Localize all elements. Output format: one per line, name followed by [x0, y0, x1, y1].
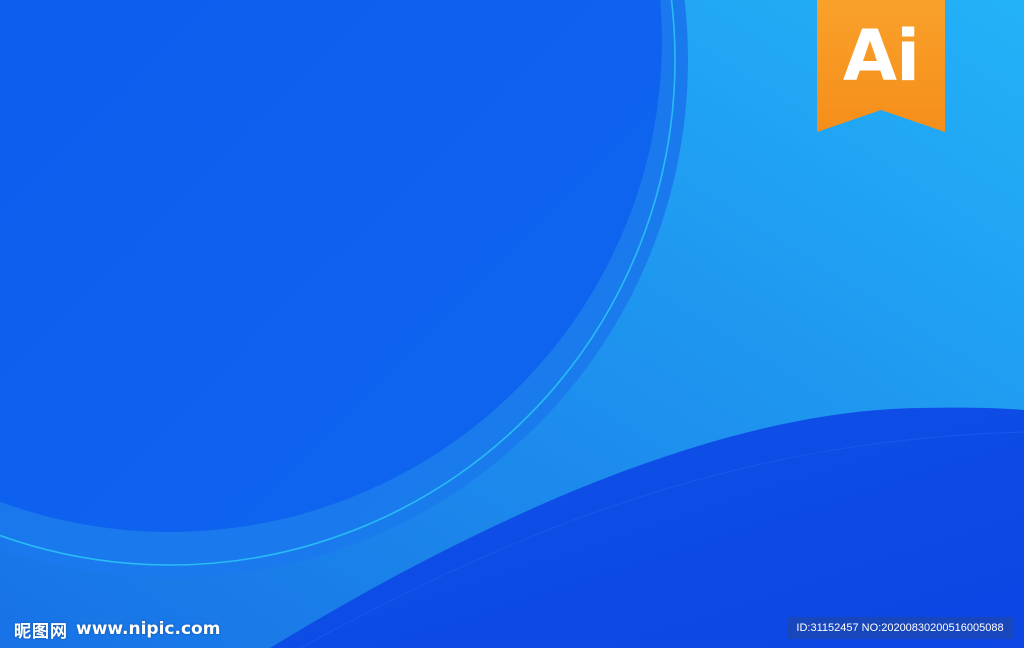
image-id-label: ID:31152457 NO:20200830200516005088 [787, 617, 1013, 639]
ai-logo-text: Ai [842, 15, 920, 97]
site-name: 昵图网 [14, 621, 68, 642]
ai-logo-badge: Ai [817, 0, 945, 132]
site-watermark: 昵图网 www.nipic.com [14, 617, 221, 642]
site-url: www.nipic.com [76, 619, 221, 639]
background-canvas: Ai 昵图网 www.nipic.com ID:31152457 NO:2020… [0, 0, 1024, 648]
